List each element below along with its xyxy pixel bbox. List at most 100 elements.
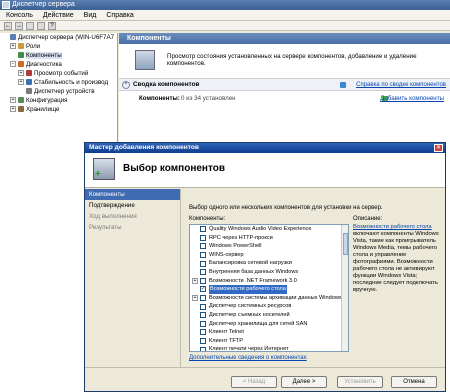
menu-help[interactable]: Справка (106, 10, 133, 20)
component-item[interactable]: Клиент TFTP (190, 337, 348, 346)
tree-item-label: Диспетчер устройств (34, 88, 95, 95)
tree-item[interactable]: + Конфигурация (0, 96, 117, 105)
expand-toggle-icon[interactable]: + (10, 43, 16, 50)
tree-item[interactable]: + Стабильность и производ (0, 78, 117, 87)
wizard-header: Выбор компонентов (85, 153, 445, 188)
folder-icon[interactable] (26, 22, 34, 30)
back-button[interactable]: < Назад (231, 376, 277, 388)
component-item[interactable]: Windows PowerShell (190, 242, 348, 251)
component-checkbox[interactable] (200, 303, 206, 310)
component-item[interactable]: Клиент Telnet (190, 328, 348, 337)
wizard-step[interactable]: Подтверждение (85, 200, 180, 211)
component-item[interactable]: Внутренняя база данных Windows (190, 268, 348, 277)
component-checkbox[interactable] (200, 320, 206, 327)
component-checkbox[interactable] (200, 234, 206, 241)
expand-toggle-icon[interactable]: + (192, 295, 198, 302)
components-scrollbar[interactable] (341, 225, 348, 351)
expand-toggle-icon[interactable]: + (10, 106, 16, 113)
component-item[interactable]: Quality Windows Audio Video Experience (190, 225, 348, 234)
component-checkbox[interactable] (200, 346, 206, 351)
tree-item-label: Стабильность и производ (34, 79, 109, 86)
components-icon (135, 50, 155, 70)
component-checkbox[interactable] (200, 269, 206, 276)
tree-node-icon (26, 79, 32, 86)
component-item[interactable]: ✓ Возможности рабочего стола (190, 285, 348, 294)
tree-item[interactable]: Компоненты (0, 51, 117, 60)
component-item[interactable]: Клиент печати через Интернет (190, 345, 348, 351)
component-checkbox[interactable] (200, 226, 206, 233)
wizard-step: Результаты (89, 224, 122, 231)
tree-item[interactable]: Диспетчер устройств (0, 87, 117, 96)
scrollbar-thumb[interactable] (343, 233, 348, 255)
expand-toggle-icon[interactable]: − (10, 61, 16, 68)
component-checkbox[interactable] (200, 252, 206, 259)
tree-node-icon (26, 88, 32, 95)
close-icon[interactable]: × (434, 144, 443, 152)
tree-item[interactable]: − Диагностика (0, 60, 117, 69)
component-item[interactable]: Диспетчер съемных носителей (190, 311, 348, 320)
component-name: Диспетчер съемных носителей (209, 311, 290, 318)
expand-toggle-icon[interactable]: + (18, 79, 24, 86)
component-item[interactable]: + Возможности .NET Framework 3.0 (190, 277, 348, 286)
add-components-link[interactable]: Добавить компоненты (380, 91, 444, 107)
component-item[interactable]: Диспетчер системных ресурсов (190, 302, 348, 311)
component-item[interactable]: Балансировка сетевой нагрузки (190, 259, 348, 268)
menu-view[interactable]: Вид (84, 10, 97, 20)
component-checkbox[interactable] (200, 243, 206, 250)
component-checkbox[interactable] (200, 338, 206, 345)
tree-item-label: Компоненты (26, 52, 62, 59)
more-info-link[interactable]: Дополнительные сведения о компонентах (189, 355, 307, 361)
components-description-area: Просмотр состояния установленных на серв… (119, 44, 450, 79)
components-header: Компоненты (119, 33, 450, 44)
tree-node-icon (18, 52, 24, 59)
help-icon[interactable]: ? (48, 22, 56, 30)
component-item[interactable]: + Возможности системы архивации данных Wi… (190, 294, 348, 303)
wizard-step: Ход выполнения (89, 213, 137, 220)
collapse-icon[interactable]: ^ (122, 81, 130, 89)
wizard-step[interactable]: Компоненты (85, 189, 180, 200)
components-list[interactable]: Quality Windows Audio Video Experience RP… (189, 224, 349, 352)
tree-item[interactable]: + Хранилище (0, 105, 117, 114)
wizard-steps: Компоненты Подтверждение Ход выполнения Рез… (85, 189, 181, 367)
component-item[interactable]: RPC через HTTP-прокси (190, 234, 348, 243)
menu-console[interactable]: Консоль (6, 10, 33, 20)
cancel-button[interactable]: Отмена (391, 376, 437, 388)
tree-item[interactable]: + Роли (0, 42, 117, 51)
tree-item-label: Просмотр событий (34, 70, 89, 77)
component-name: Внутренняя база данных Windows (209, 268, 299, 275)
component-item[interactable]: Диспетчер хранилища для сетей SAN (190, 320, 348, 329)
expand-toggle-icon[interactable]: + (18, 70, 24, 77)
back-arrow-icon[interactable]: ← (4, 22, 12, 30)
component-checkbox[interactable] (200, 295, 206, 302)
install-button[interactable]: Установить (337, 376, 383, 388)
component-name: Возможности системы архивации данных Win… (209, 294, 349, 301)
component-name: Диспетчер системных ресурсов (209, 303, 292, 310)
properties-icon[interactable] (37, 22, 45, 30)
component-item[interactable]: WINS-сервер (190, 251, 348, 260)
tree-item-label: Диспетчер сервера (WIN-U6F7A7 (18, 34, 115, 41)
components-list-label: Компоненты: (189, 216, 226, 222)
expand-toggle-icon[interactable]: + (192, 278, 198, 285)
tree-item-label: Роли (26, 43, 41, 50)
component-checkbox[interactable]: ✓ (200, 286, 206, 293)
components-summary-bar[interactable]: ^ Сводка компонентов Справка по сводке к… (119, 79, 450, 91)
component-checkbox[interactable] (200, 329, 206, 336)
next-button[interactable]: Далее > (281, 376, 327, 388)
tree-node-icon (18, 106, 24, 113)
tree-item[interactable]: Диспетчер сервера (WIN-U6F7A7 (0, 33, 117, 42)
component-checkbox[interactable] (200, 260, 206, 267)
expand-toggle-icon[interactable]: + (10, 97, 16, 104)
component-checkbox[interactable] (200, 277, 206, 284)
components-count-value: 0 из 34 установлен (181, 95, 236, 102)
tree-node-icon (18, 61, 24, 68)
component-name: Клиент Telnet (209, 329, 244, 336)
description-link[interactable]: Возможности рабочего стола (353, 224, 432, 230)
components-count-label: Компоненты: (139, 95, 180, 102)
summary-help-link[interactable]: Справка по сводке компонентов (356, 79, 446, 91)
component-checkbox[interactable] (200, 312, 206, 319)
wizard-page-title: Выбор компонентов (123, 163, 225, 174)
forward-arrow-icon[interactable]: → (15, 22, 23, 30)
tree-item-label: Хранилище (26, 106, 60, 113)
menu-action[interactable]: Действие (43, 10, 74, 20)
tree-item[interactable]: + Просмотр событий (0, 69, 117, 78)
